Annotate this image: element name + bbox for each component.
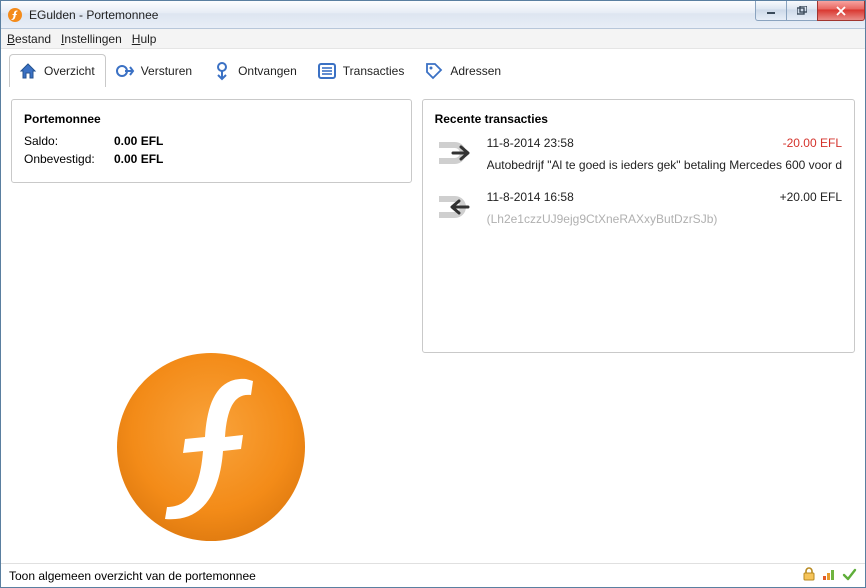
sync-ok-icon[interactable] <box>841 566 857 585</box>
right-column: Recente transacties 11-8-2014 23:58 -20.… <box>422 99 855 557</box>
home-icon <box>18 61 38 81</box>
lock-icon[interactable] <box>801 566 817 585</box>
menu-bestand[interactable]: Bestand <box>7 32 51 46</box>
window-title: EGulden - Portemonnee <box>29 8 158 22</box>
minimize-button[interactable] <box>755 1 787 21</box>
network-icon[interactable] <box>821 566 837 585</box>
wallet-unconfirmed-row: Onbevestigd: 0.00 EFL <box>24 152 399 166</box>
tab-versturen[interactable]: Versturen <box>106 54 203 87</box>
close-button[interactable] <box>817 1 865 21</box>
tab-label: Versturen <box>141 64 192 78</box>
recent-title: Recente transacties <box>435 112 842 126</box>
app-window: EGulden - Portemonnee Bestand Instelling… <box>0 0 866 588</box>
menu-hulp[interactable]: Hulp <box>132 32 157 46</box>
menu-instellingen[interactable]: Instellingen <box>61 32 122 46</box>
tab-label: Overzicht <box>44 64 95 78</box>
app-icon <box>7 7 23 23</box>
wallet-panel: Portemonnee Saldo: 0.00 EFL Onbevestigd:… <box>11 99 412 183</box>
tx-amount: -20.00 EFL <box>783 136 842 150</box>
tab-overzicht[interactable]: Overzicht <box>9 54 106 87</box>
tab-adressen[interactable]: Adressen <box>415 54 512 87</box>
tab-label: Ontvangen <box>238 64 297 78</box>
close-icon <box>835 6 847 16</box>
balance-value: 0.00 EFL <box>114 134 163 148</box>
menubar: Bestand Instellingen Hulp <box>1 29 865 49</box>
brand-logo <box>11 183 412 557</box>
wallet-balance-row: Saldo: 0.00 EFL <box>24 134 399 148</box>
tx-date: 11-8-2014 23:58 <box>487 136 574 150</box>
tx-desc: Autobedrijf "Al te goed is ieders gek" b… <box>487 158 842 172</box>
unconfirmed-value: 0.00 EFL <box>114 152 163 166</box>
tag-icon <box>424 61 444 81</box>
send-icon <box>115 61 135 81</box>
recent-transactions-panel: Recente transacties 11-8-2014 23:58 -20.… <box>422 99 855 353</box>
transaction-row[interactable]: 11-8-2014 16:58 +20.00 EFL (Lh2e1czzUJ9e… <box>435 190 842 226</box>
wallet-title: Portemonnee <box>24 112 399 126</box>
tx-amount: +20.00 EFL <box>780 190 842 204</box>
minimize-icon <box>766 6 776 16</box>
tx-in-icon <box>435 190 475 224</box>
maximize-button[interactable] <box>786 1 818 21</box>
status-icons <box>801 566 857 585</box>
unconfirmed-label: Onbevestigd: <box>24 152 114 166</box>
titlebar[interactable]: EGulden - Portemonnee <box>1 1 865 29</box>
toolbar: Overzicht Versturen Ontvangen Transactie… <box>1 49 865 87</box>
transaction-row[interactable]: 11-8-2014 23:58 -20.00 EFL Autobedrijf "… <box>435 136 842 172</box>
list-icon <box>317 61 337 81</box>
status-text: Toon algemeen overzicht van de portemonn… <box>9 569 256 583</box>
left-column: Portemonnee Saldo: 0.00 EFL Onbevestigd:… <box>11 99 412 557</box>
tx-desc: (Lh2e1czzUJ9ejg9CtXneRAXxyButDzrSJb) <box>487 212 842 226</box>
tx-date: 11-8-2014 16:58 <box>487 190 574 204</box>
content-area: Portemonnee Saldo: 0.00 EFL Onbevestigd:… <box>1 87 865 563</box>
maximize-icon <box>797 6 807 16</box>
statusbar: Toon algemeen overzicht van de portemonn… <box>1 563 865 587</box>
receive-icon <box>212 61 232 81</box>
window-controls <box>756 1 865 21</box>
tab-ontvangen[interactable]: Ontvangen <box>203 54 308 87</box>
balance-label: Saldo: <box>24 134 114 148</box>
tx-out-icon <box>435 136 475 170</box>
tab-label: Adressen <box>450 64 501 78</box>
tab-label: Transacties <box>343 64 405 78</box>
tab-transacties[interactable]: Transacties <box>308 54 416 87</box>
